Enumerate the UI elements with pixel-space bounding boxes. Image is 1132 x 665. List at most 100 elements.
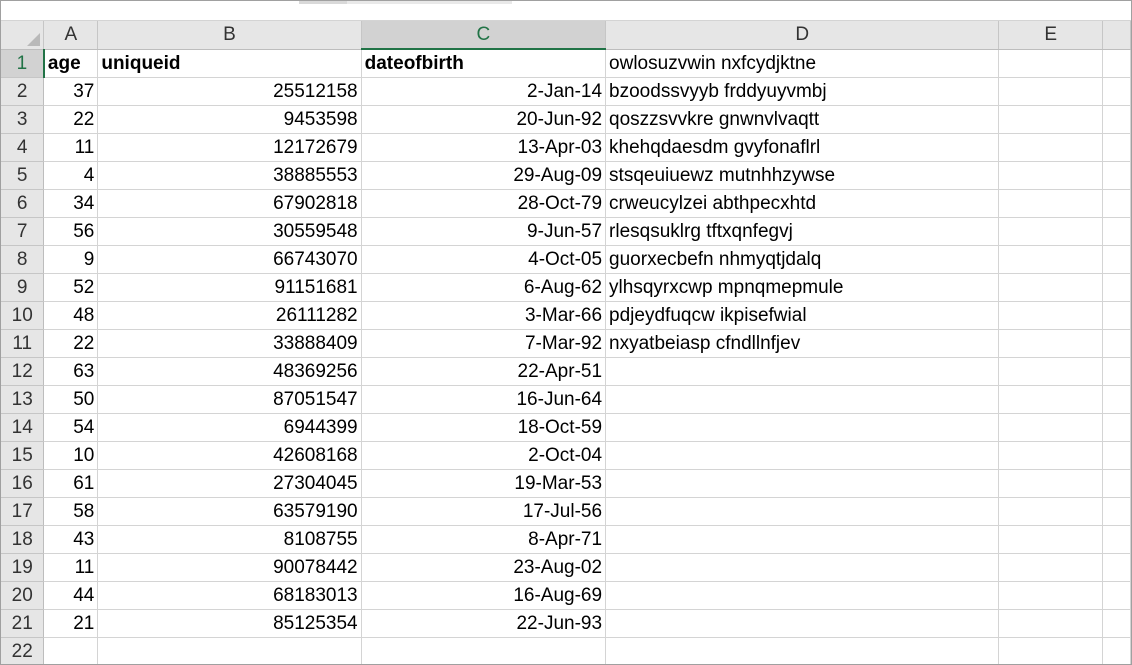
cell-e[interactable] [998, 609, 1104, 638]
column-header-d[interactable]: D [605, 21, 1000, 50]
cell-f[interactable] [1102, 245, 1131, 274]
cell-a[interactable]: 34 [43, 189, 99, 218]
cell-b[interactable]: 8108755 [97, 525, 362, 554]
cell-a[interactable]: 61 [43, 469, 99, 498]
row-header[interactable]: 3 [1, 105, 45, 134]
cell-b[interactable]: 87051547 [97, 385, 362, 414]
cell-c[interactable]: 2-Jan-14 [361, 77, 607, 106]
cell-d1[interactable]: owlosuzvwin nxfcydjktne [605, 49, 1000, 78]
cell-e[interactable] [998, 469, 1104, 498]
cell-d[interactable]: qoszzsvvkre gnwnvlvaqtt [605, 105, 1000, 134]
cell-c[interactable]: 17-Jul-56 [361, 497, 607, 526]
cell-a[interactable]: 54 [43, 413, 99, 442]
row-header[interactable]: 6 [1, 189, 45, 218]
cell-c[interactable]: 9-Jun-57 [361, 217, 607, 246]
cell-f[interactable] [1102, 413, 1131, 442]
cell-b[interactable]: 91151681 [97, 273, 362, 302]
cell-e[interactable] [998, 497, 1104, 526]
cell-e[interactable] [998, 217, 1104, 246]
cell-d[interactable] [605, 553, 1000, 582]
cell-c[interactable]: 29-Aug-09 [361, 161, 607, 190]
row-header[interactable]: 12 [1, 357, 45, 386]
cell-c[interactable]: 22-Jun-93 [361, 609, 607, 638]
cell-e[interactable] [998, 581, 1104, 610]
row-header[interactable]: 2 [1, 77, 45, 106]
cell-d[interactable] [605, 469, 1000, 498]
column-header-b[interactable]: B [97, 21, 362, 50]
cell-b[interactable]: 38885553 [97, 161, 362, 190]
cell-a1[interactable]: age [43, 49, 99, 78]
cell-f[interactable] [1102, 329, 1131, 358]
cell-e1[interactable] [998, 49, 1104, 78]
row-header[interactable]: 7 [1, 217, 45, 246]
cell-b[interactable]: 68183013 [97, 581, 362, 610]
cell-d[interactable]: rlesqsuklrg tftxqnfegvj [605, 217, 1000, 246]
cell-d[interactable] [605, 497, 1000, 526]
cell-c[interactable]: 4-Oct-05 [361, 245, 607, 274]
cell-c[interactable]: 6-Aug-62 [361, 273, 607, 302]
cell-d[interactable]: ylhsqyrxcwp mpnqmepmule [605, 273, 1000, 302]
column-header-a[interactable]: A [43, 21, 99, 50]
row-header[interactable]: 21 [1, 609, 45, 638]
cell-f[interactable] [1102, 77, 1131, 106]
cell-f[interactable] [1102, 105, 1131, 134]
cell-d[interactable] [605, 357, 1000, 386]
cell-b[interactable]: 9453598 [97, 105, 362, 134]
cell-f[interactable] [1102, 637, 1131, 664]
cell-b[interactable]: 67902818 [97, 189, 362, 218]
row-header[interactable]: 22 [1, 637, 45, 664]
row-header[interactable]: 18 [1, 525, 45, 554]
cell-f[interactable] [1102, 497, 1131, 526]
cell-c[interactable]: 22-Apr-51 [361, 357, 607, 386]
cell-d[interactable] [605, 385, 1000, 414]
cell-f[interactable] [1102, 273, 1131, 302]
cell-c[interactable]: 23-Aug-02 [361, 553, 607, 582]
cell-a[interactable]: 48 [43, 301, 99, 330]
cell-f[interactable] [1102, 161, 1131, 190]
cell-a[interactable]: 21 [43, 609, 99, 638]
cell-c[interactable]: 2-Oct-04 [361, 441, 607, 470]
row-header[interactable]: 16 [1, 469, 45, 498]
cell-f[interactable] [1102, 525, 1131, 554]
cell-e[interactable] [998, 189, 1104, 218]
cell-d[interactable]: bzoodssvyyb frddyuyvmbj [605, 77, 1000, 106]
cell-a[interactable]: 50 [43, 385, 99, 414]
cell-b[interactable]: 66743070 [97, 245, 362, 274]
cell-b[interactable]: 12172679 [97, 133, 362, 162]
cell-c[interactable]: 3-Mar-66 [361, 301, 607, 330]
cell-d[interactable]: nxyatbeiasp cfndllnfjev [605, 329, 1000, 358]
cell-a[interactable]: 9 [43, 245, 99, 274]
row-header[interactable]: 14 [1, 413, 45, 442]
cell-b[interactable]: 33888409 [97, 329, 362, 358]
cell-b[interactable]: 42608168 [97, 441, 362, 470]
column-header-e[interactable]: E [998, 21, 1104, 50]
row-header[interactable]: 17 [1, 497, 45, 526]
cell-f[interactable] [1102, 441, 1131, 470]
cell-a[interactable]: 56 [43, 217, 99, 246]
cell-c[interactable]: 8-Apr-71 [361, 525, 607, 554]
cell-b[interactable]: 25512158 [97, 77, 362, 106]
cell-d[interactable] [605, 525, 1000, 554]
cell-e[interactable] [998, 77, 1104, 106]
cell-f1[interactable] [1102, 49, 1131, 78]
cell-c[interactable]: 28-Oct-79 [361, 189, 607, 218]
cell-b[interactable]: 26111282 [97, 301, 362, 330]
cell-a[interactable]: 58 [43, 497, 99, 526]
cell-e[interactable] [998, 329, 1104, 358]
row-header[interactable]: 5 [1, 161, 45, 190]
cell-c[interactable]: 7-Mar-92 [361, 329, 607, 358]
cell-b[interactable]: 6944399 [97, 413, 362, 442]
cell-e[interactable] [998, 525, 1104, 554]
row-header[interactable]: 19 [1, 553, 45, 582]
cell-a[interactable]: 11 [43, 553, 99, 582]
cell-f[interactable] [1102, 189, 1131, 218]
column-header-f[interactable] [1102, 21, 1131, 50]
cell-a[interactable] [43, 637, 99, 664]
cell-e[interactable] [998, 161, 1104, 190]
cell-e[interactable] [998, 385, 1104, 414]
cell-d[interactable]: guorxecbefn nhmyqtjdalq [605, 245, 1000, 274]
cell-e[interactable] [998, 357, 1104, 386]
cell-f[interactable] [1102, 581, 1131, 610]
cell-d[interactable]: crweucylzei abthpecxhtd [605, 189, 1000, 218]
cell-b[interactable]: 30559548 [97, 217, 362, 246]
